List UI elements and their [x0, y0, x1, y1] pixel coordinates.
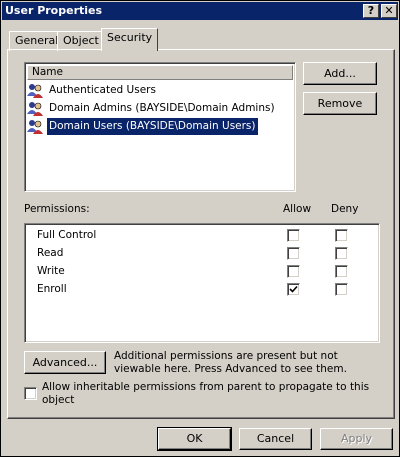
permissions-label: Permissions: — [24, 203, 90, 215]
advanced-note-line: viewable here. Press Advanced to see the… — [114, 363, 347, 375]
permission-row: Read — [37, 245, 63, 262]
tab-label: General — [15, 34, 59, 47]
button-label: Apply — [340, 432, 373, 445]
permission-name: Enroll — [37, 283, 67, 295]
button-label: OK — [186, 432, 203, 445]
button-label: Advanced... — [32, 356, 98, 369]
advanced-button[interactable]: Advanced... — [24, 351, 106, 374]
button-label: Remove — [317, 97, 363, 110]
names-list[interactable]: Name Authenticated Users Domain Admins (… — [24, 62, 296, 192]
list-item-label: Domain Users (BAYSIDE\Domain Users) — [46, 117, 259, 136]
allow-checkbox[interactable] — [287, 283, 300, 296]
close-button[interactable]: ✕ — [381, 4, 397, 18]
deny-checkbox[interactable] — [335, 265, 348, 278]
list-item-label: Domain Admins (BAYSIDE\Domain Admins) — [49, 102, 275, 114]
column-header-label: Name — [32, 66, 63, 78]
list-item-label: Authenticated Users — [49, 84, 156, 96]
window-title: User Properties — [5, 4, 103, 17]
ok-button[interactable]: OK — [157, 427, 232, 451]
help-icon: ? — [367, 4, 375, 17]
advanced-note-line: Additional permissions are present but n… — [114, 350, 338, 362]
advanced-note: Additional permissions are present but n… — [114, 350, 347, 376]
permissions-list: Full Control Read Write Enroll — [24, 223, 380, 343]
tab-object[interactable]: Object — [57, 31, 105, 51]
permission-row: Enroll — [37, 281, 67, 298]
permission-name: Full Control — [37, 229, 97, 241]
remove-button[interactable]: Remove — [303, 92, 377, 115]
title-bar: User Properties ? ✕ — [2, 2, 398, 20]
close-icon: ✕ — [384, 4, 394, 17]
permission-name: Write — [37, 265, 65, 277]
inherit-label-line: Allow inheritable permissions from paren… — [42, 381, 370, 393]
button-label: Cancel — [256, 432, 295, 445]
tab-label: Security — [107, 31, 153, 44]
deny-checkbox[interactable] — [335, 229, 348, 242]
inherit-label: Allow inheritable permissions from paren… — [42, 381, 369, 407]
inherit-checkbox[interactable] — [24, 387, 37, 400]
help-button[interactable]: ? — [363, 4, 379, 18]
permission-row: Full Control — [37, 227, 96, 244]
button-label: Add... — [324, 67, 356, 80]
users-icon — [27, 120, 43, 134]
allow-checkbox[interactable] — [287, 247, 300, 260]
users-icon — [27, 102, 43, 116]
security-panel: Name Authenticated Users Domain Admins (… — [7, 49, 395, 419]
inherit-label-line: object — [42, 394, 75, 406]
name-column-header[interactable]: Name — [27, 65, 293, 80]
deny-header: Deny — [331, 203, 359, 215]
checkmark-icon — [289, 285, 298, 293]
allow-checkbox[interactable] — [287, 229, 300, 242]
cancel-button[interactable]: Cancel — [239, 428, 312, 450]
deny-checkbox[interactable] — [335, 283, 348, 296]
permission-row: Write — [37, 263, 65, 280]
users-icon — [27, 84, 43, 98]
permission-name: Read — [37, 247, 64, 259]
add-button[interactable]: Add... — [303, 62, 377, 85]
tab-security[interactable]: Security — [101, 28, 159, 51]
tab-label: Object — [63, 34, 99, 47]
deny-checkbox[interactable] — [335, 247, 348, 260]
allow-checkbox[interactable] — [287, 265, 300, 278]
user-properties-dialog: User Properties ? ✕ General Object Secur… — [0, 0, 400, 457]
apply-button[interactable]: Apply — [320, 428, 393, 450]
allow-header: Allow — [283, 203, 312, 215]
